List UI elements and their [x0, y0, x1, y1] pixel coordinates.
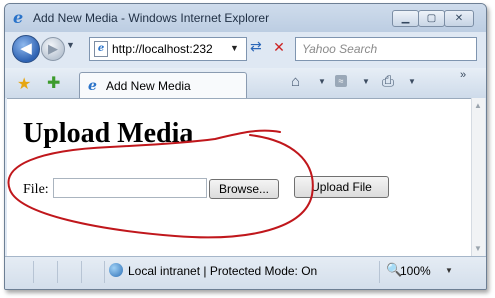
page-icon: e — [94, 41, 108, 57]
page-content: Upload Media File: Browse... Upload File — [7, 98, 471, 257]
status-divider — [33, 261, 34, 283]
back-arrow-icon: ◀ — [20, 40, 32, 57]
forward-button[interactable]: ▶ — [41, 37, 65, 61]
minimize-icon: ▁ — [401, 13, 410, 24]
status-divider — [104, 261, 105, 283]
title-bar: e Add New Media - Windows Internet Explo… — [5, 4, 486, 32]
browse-button[interactable]: Browse... — [209, 179, 279, 199]
status-bar: Local intranet | Protected Mode: On 🔍 10… — [5, 256, 486, 289]
scroll-down-icon[interactable]: ▼ — [474, 244, 482, 253]
tab-bar: ★ ✚ e Add New Media ⌂ ▼ ≈ ▼ ⎙ ▼ » — [5, 68, 486, 99]
status-divider — [57, 261, 58, 283]
home-dropdown-icon[interactable]: ▼ — [318, 77, 326, 86]
zone-status: Local intranet | Protected Mode: On — [128, 264, 318, 278]
tab-ie-icon: e — [88, 78, 97, 94]
home-icon[interactable]: ⌂ — [291, 73, 300, 90]
history-dropdown-icon[interactable]: ▼ — [66, 40, 75, 50]
zoom-dropdown-icon[interactable]: ▼ — [445, 266, 453, 275]
feeds-dropdown-icon[interactable]: ▼ — [362, 77, 370, 86]
back-button[interactable]: ◀ — [12, 35, 40, 63]
window-title: Add New Media - Windows Internet Explore… — [33, 11, 270, 25]
globe-icon — [109, 263, 123, 277]
status-divider — [379, 261, 380, 283]
upload-file-button[interactable]: Upload File — [294, 176, 389, 198]
tab-label: Add New Media — [106, 79, 191, 93]
address-dropdown-icon[interactable]: ▼ — [230, 43, 239, 53]
address-bar[interactable]: e http://localhost:232 ▼ — [89, 37, 247, 61]
chevron-more-icon[interactable]: » — [460, 69, 466, 81]
search-input[interactable]: Yahoo Search — [295, 37, 477, 61]
address-text[interactable]: http://localhost:232 — [112, 42, 224, 56]
browser-window: e Add New Media - Windows Internet Explo… — [4, 3, 487, 290]
page-title: Upload Media — [23, 118, 194, 149]
file-label: File: — [23, 182, 49, 197]
status-divider — [81, 261, 82, 283]
maximize-button[interactable]: ▢ — [418, 10, 445, 27]
vertical-scrollbar[interactable]: ▲ ▼ — [471, 98, 485, 256]
close-icon: ✕ — [454, 13, 464, 24]
navigation-bar: ◀ ▶ ▼ e http://localhost:232 ▼ ⇄ ✕ Yahoo… — [5, 32, 486, 68]
close-button[interactable]: ✕ — [444, 10, 474, 27]
scroll-up-icon[interactable]: ▲ — [474, 101, 482, 110]
feeds-icon[interactable]: ≈ — [335, 75, 347, 87]
minimize-button[interactable]: ▁ — [392, 10, 419, 27]
search-placeholder: Yahoo Search — [302, 42, 378, 56]
print-dropdown-icon[interactable]: ▼ — [408, 77, 416, 86]
forward-arrow-icon: ▶ — [48, 41, 58, 56]
print-icon[interactable]: ⎙ — [382, 73, 394, 90]
tab-add-new-media[interactable]: e Add New Media — [79, 72, 247, 99]
favorites-star-icon[interactable]: ★ — [17, 74, 31, 94]
add-favorite-icon[interactable]: ✚ — [47, 73, 60, 93]
maximize-icon: ▢ — [426, 13, 437, 24]
ie-logo-icon: e — [13, 8, 24, 27]
file-path-input[interactable] — [53, 178, 207, 198]
refresh-icon[interactable]: ⇄ — [250, 38, 262, 55]
zoom-level[interactable]: 100% — [400, 264, 431, 278]
stop-icon[interactable]: ✕ — [270, 38, 288, 56]
